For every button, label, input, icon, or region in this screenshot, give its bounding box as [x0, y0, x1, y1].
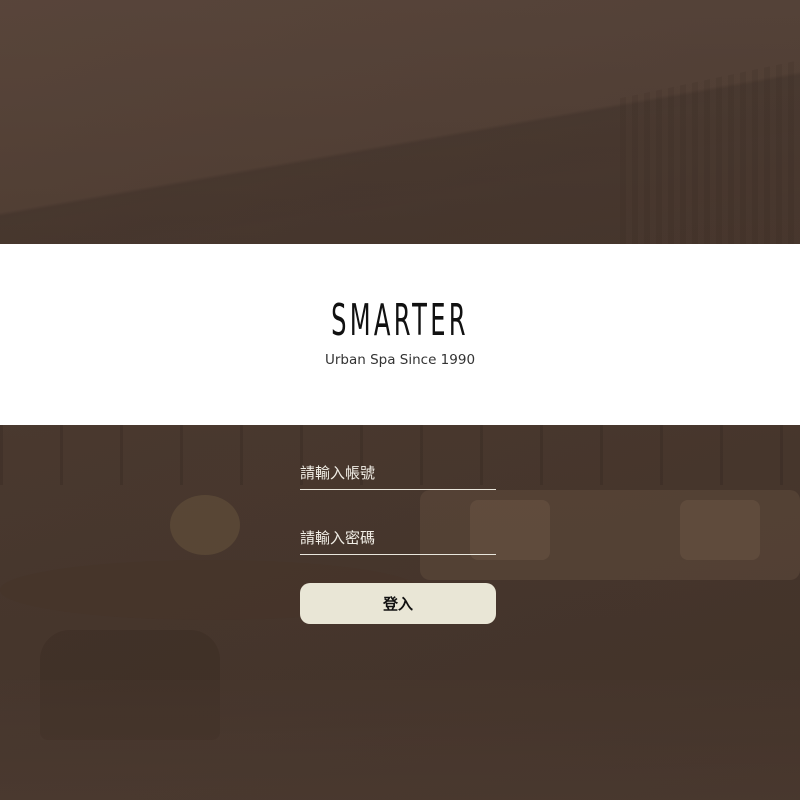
background-cushion [680, 500, 760, 560]
login-button[interactable]: 登入 [300, 583, 496, 624]
login-form: 登入 [300, 456, 496, 624]
password-field [300, 521, 496, 555]
account-input[interactable] [300, 460, 496, 486]
brand-tagline: Urban Spa Since 1990 [324, 352, 476, 368]
login-page: SMARTER Urban Spa Since 1990 登入 [0, 0, 800, 800]
account-field [300, 456, 496, 490]
password-input[interactable] [300, 525, 496, 551]
brand-banner: SMARTER Urban Spa Since 1990 [0, 244, 800, 425]
background-plant [170, 495, 240, 555]
brand-wordmark: SMARTER [331, 295, 469, 346]
brand-logo: SMARTER Urban Spa Since 1990 [300, 295, 500, 369]
background-floor [0, 680, 800, 800]
